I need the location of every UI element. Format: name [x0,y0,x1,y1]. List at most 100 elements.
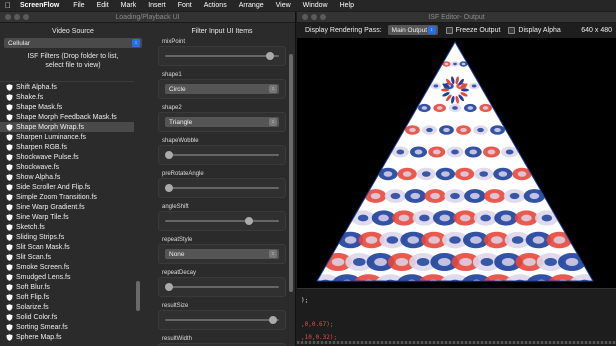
filter-input-control [158,145,286,165]
filter-input-slider[interactable] [165,316,279,324]
checkbox-box[interactable] [508,26,516,34]
filter-input-control: Circle ↕ [158,79,286,99]
isf-filters-caption: ISF Filters (Drop folder to list, select… [0,52,146,74]
display-pass-value: Main Output [391,26,428,34]
display-pass-label: Display Rendering Pass: [305,26,382,34]
code-editor-area[interactable]: ); ,0,0.67); ,10,0.32); [297,288,616,346]
right-window-titlebar[interactable]: ISF Editor- Output [297,12,616,23]
file-list-item[interactable]: Soft Flip.fs [0,292,134,302]
file-list-item[interactable]: Shape Morph Feedback Mask.fs [0,112,134,122]
menu-app-name[interactable]: ScreenFlow [20,2,59,9]
file-list-item[interactable]: Sorting Smear.fs [0,322,134,332]
menu-window[interactable]: Window [303,2,328,9]
video-source-select[interactable]: Cellular ↕ [4,38,142,48]
menu-file[interactable]: File [73,2,84,9]
apple-menu-icon[interactable]:  [0,1,16,10]
checkbox-box[interactable] [445,26,453,34]
file-list-scroll-thumb[interactable] [136,281,140,311]
filter-input-select[interactable]: Circle ↕ [165,84,279,94]
file-list-scrollbar[interactable] [135,81,141,346]
file-list-item[interactable]: Sine Warp Gradient.fs [0,202,134,212]
file-list-item-label: Soft Flip.fs [16,293,50,301]
slider-track[interactable] [165,286,279,288]
file-list-item[interactable]: Shockwave.fs [0,162,134,172]
file-list-item[interactable]: Sphere Map.fs [0,332,134,342]
file-list-item[interactable]: Side Scroller And Flip.fs [0,182,134,192]
slider-knob[interactable] [165,151,173,159]
file-list-item[interactable]: Smudged Lens.fs [0,272,134,282]
file-list-item-label: Soft Blur.fs [16,283,50,291]
filter-input-label: mixPoint [162,39,186,45]
shield-icon [6,143,13,151]
file-list-item[interactable]: Slit Scan.fs [0,252,134,262]
filter-input-slider[interactable] [165,151,279,159]
filter-input-select[interactable]: None ↕ [165,249,279,259]
file-list-item[interactable]: Sliding Strips.fs [0,232,134,242]
file-list-item[interactable]: Soft Blur.fs [0,282,134,292]
menu-arrange[interactable]: Arrange [239,2,264,9]
slider-knob[interactable] [268,316,277,324]
menu-mark[interactable]: Mark [121,2,137,9]
file-list-item-label: Slit Scan Mask.fs [16,243,70,251]
freeze-output-label: Freeze Output [455,26,501,34]
file-list-item[interactable]: Shockwave Pulse.fs [0,152,134,162]
menu-font[interactable]: Font [178,2,192,9]
filter-input-label: repeatDecay [162,270,197,276]
filter-input-control: None ↕ [158,244,286,264]
slider-knob[interactable] [165,184,173,192]
file-list-item[interactable]: Slit Scan Mask.fs [0,242,134,252]
file-list-item-label: Solid Color.fs [16,313,58,321]
left-window-titlebar[interactable]: Loading/Playback UI [0,12,295,23]
menu-insert[interactable]: Insert [148,2,166,9]
slider-knob[interactable] [165,283,173,291]
filter-input-select-value: Triangle [169,118,193,126]
filter-input-slider[interactable] [165,217,279,225]
display-alpha-checkbox[interactable]: Display Alpha [508,26,561,34]
file-list-item-label: Shockwave Pulse.fs [16,153,79,161]
file-list-item[interactable]: Simple Zoom Transition.fs [0,192,134,202]
filter-inputs-pane: Filter Input UI Items mixPoint shape1 Circ… [148,24,295,346]
file-list-item[interactable]: Sine Warp Tile.fs [0,212,134,222]
slider-knob[interactable] [244,217,253,225]
filter-inputs-list: mixPoint shape1 Circle ↕ shape2 Triangle ↕ shap… [158,38,286,346]
shield-icon [6,183,13,191]
menu-view[interactable]: View [276,2,291,9]
file-list-item[interactable]: Solid Color.fs [0,312,134,322]
file-list-item[interactable]: Sharpen Luminance.fs [0,132,134,142]
file-list-item-label: Smudged Lens.fs [16,273,71,281]
shield-icon [6,163,13,171]
file-list-item[interactable]: Shake.fs [0,92,134,102]
slider-knob[interactable] [265,52,274,60]
menu-actions[interactable]: Actions [204,2,227,9]
menu-edit[interactable]: Edit [97,2,109,9]
file-list-item[interactable]: Shape Mask.fs [0,102,134,112]
shield-icon [6,153,13,161]
file-list-item[interactable]: Solarize.fs [0,302,134,312]
isf-file-list[interactable]: Shift Alpha.fs Shake.fs Shape Mask.fs Shape… [0,81,134,346]
filter-input-select[interactable]: Triangle ↕ [165,117,279,127]
filter-input-slider[interactable] [165,184,279,192]
filter-inputs-scrollbar[interactable] [288,52,294,346]
file-list-item[interactable]: Sketch.fs [0,222,134,232]
chevron-updown-icon: ↕ [269,118,277,126]
filter-input-slider[interactable] [165,283,279,291]
shield-icon [6,233,13,241]
menu-help[interactable]: Help [340,2,354,9]
file-list-item[interactable]: Sharpen RGB.fs [0,142,134,152]
slider-track[interactable] [165,187,279,189]
slider-track[interactable] [165,154,279,156]
filter-input-label: repeatStyle [162,237,193,243]
filter-input-slider[interactable] [165,52,279,60]
filter-input-label: resultWidth [162,336,193,342]
file-list-item[interactable]: Shape Morph Wrap.fs [0,122,134,132]
display-pass-select[interactable]: Main Output ↕ [387,25,438,35]
slider-track[interactable] [165,220,279,222]
freeze-output-checkbox[interactable]: Freeze Output [445,26,501,34]
file-list-item[interactable]: Smoke Screen.fs [0,262,134,272]
slider-track[interactable] [165,319,279,321]
slider-track[interactable] [165,55,279,57]
filter-inputs-scroll-thumb[interactable] [289,54,293,292]
file-list-item[interactable]: Shift Alpha.fs [0,82,134,92]
filter-input-control [158,178,286,198]
file-list-item[interactable]: Show Alpha.fs [0,172,134,182]
